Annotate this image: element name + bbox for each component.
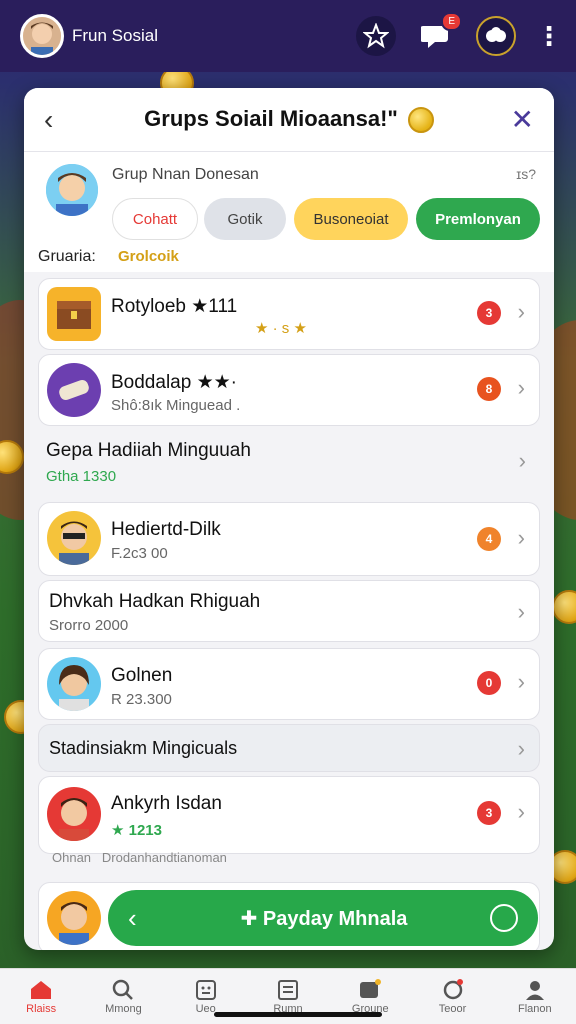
star-icon[interactable] <box>356 16 396 56</box>
nav-label: Flanon <box>518 1002 552 1015</box>
list-item[interactable]: Golnen R 23.300 0 › <box>38 648 540 720</box>
chevron-right-icon: › <box>517 599 525 624</box>
group-name: Grup Nnan Donesan <box>112 166 259 183</box>
chip-busoneoiat[interactable]: Busoneoiat <box>294 198 408 240</box>
chevron-right-icon: › <box>517 525 525 550</box>
item-title: Rotyloeb ★111 <box>111 296 238 317</box>
nav-label: Ueo <box>195 1002 216 1015</box>
count-badge: 8 <box>477 377 501 401</box>
chevron-right-icon: › <box>517 669 525 694</box>
group-value: Grolcoik <box>118 248 179 265</box>
item-title: Boddalap ★★· <box>111 372 237 393</box>
nav-profile[interactable]: Flanon <box>494 969 576 1024</box>
count-badge: 3 <box>477 301 501 325</box>
group-modal: ‹ Grups Soiail Mioaansa!" ✕ Grup Nnan Do… <box>24 88 554 950</box>
nav-label: Rlaiss <box>26 1002 57 1015</box>
modal-title-text: Grups Soiail Mioaansa!" <box>144 105 398 131</box>
count-badge: 0 <box>477 671 501 695</box>
chevron-right-icon: › <box>517 799 525 824</box>
bubble-icon <box>443 978 463 999</box>
list-item[interactable]: Dhvkah Hadkan Rhiguah Srorro 2000 › <box>38 580 540 642</box>
treasure-chest-icon <box>47 287 101 341</box>
item-subtitle: ★ 1213 <box>111 822 162 839</box>
group-label: Gruaria: <box>38 248 96 265</box>
nav-label: Teoor <box>438 1002 467 1015</box>
scroll-icon <box>47 363 101 417</box>
count-badge: 4 <box>477 527 501 551</box>
chevron-right-icon: › <box>517 299 525 324</box>
item-title: Ankyrh Isdan <box>111 793 222 814</box>
chat-box-icon <box>360 978 382 998</box>
group-info: Grup Nnan Donesan ɪs? Cohatt Gotik Buson… <box>24 152 554 272</box>
strip-text: Ohnan Drodanhandtianoman <box>52 850 227 865</box>
chat-icon[interactable]: E <box>416 12 462 56</box>
group-avatar <box>44 162 100 218</box>
payday-text: Payday Mhnala <box>262 907 408 930</box>
item-title: Golnen <box>111 665 173 686</box>
list-item[interactable]: Rotyloeb ★111 ★ · s ★ 3 › <box>38 278 540 350</box>
avatar <box>47 657 101 711</box>
back-arrow-icon[interactable]: ‹ <box>44 104 74 136</box>
close-icon[interactable]: ✕ <box>504 103 534 136</box>
nav-search[interactable]: Mmong <box>82 969 164 1024</box>
list-item[interactable]: Boddalap ★★· Shô:8ık Minguead . 8 › <box>38 354 540 426</box>
modal-header: ‹ Grups Soiail Mioaansa!" ✕ <box>24 88 554 152</box>
list-item[interactable]: Stadinsiakm Mingicuals › <box>38 724 540 772</box>
item-subtitle: F.2c3 00 <box>111 545 168 562</box>
list-item[interactable]: Hediertd-Dilk F.2c3 00 4 › <box>38 502 540 576</box>
item-title: Gepa Hadiiah Minguuah <box>46 440 251 461</box>
notification-badge: E <box>441 12 462 31</box>
item-subtitle: Shô:8ık Minguead . <box>111 397 241 414</box>
nav-label: Mmong <box>105 1002 142 1015</box>
item-subtitle: Gtha 1330 <box>46 468 117 485</box>
count-badge: 3 <box>477 801 501 825</box>
help-icon[interactable]: ɪs? <box>516 166 536 182</box>
payday-button[interactable]: ‹ ✚ Payday Mhnala <box>108 890 538 946</box>
avatar <box>47 891 101 945</box>
chip-gotik[interactable]: Gotik <box>204 198 286 240</box>
chip-premlonyan[interactable]: Premlonyan <box>416 198 540 240</box>
chevron-right-icon: › <box>518 448 526 473</box>
coin-decoration <box>552 590 576 624</box>
profile-avatar[interactable] <box>20 14 64 58</box>
home-icon <box>31 980 52 999</box>
payday-label: ✚ Payday Mhnala <box>240 907 408 930</box>
item-extra: ★ · s ★ <box>255 320 307 337</box>
nav-notifications[interactable]: Teoor <box>411 969 493 1024</box>
item-subtitle: R 23.300 <box>111 691 172 708</box>
person-icon <box>525 980 544 1000</box>
app-name: Frun Sosial <box>72 26 158 45</box>
item-title: Dhvkah Hadkan Rhiguah <box>49 591 261 612</box>
avatar <box>47 511 101 565</box>
top-bar: Frun Sosial E ⋮ <box>0 0 576 72</box>
modal-title: Grups Soiail Mioaansa!" <box>74 105 504 134</box>
avatar <box>47 787 101 841</box>
coin-icon <box>407 107 434 134</box>
nav-home[interactable]: Rlaiss <box>0 969 82 1024</box>
chevron-right-icon: › <box>517 375 525 400</box>
list-item[interactable]: Ankyrh Isdan ★ 1213 3 › <box>38 776 540 854</box>
chevron-left-icon: ‹ <box>128 902 137 933</box>
home-indicator <box>214 1012 382 1017</box>
item-title: Stadinsiakm Mingicuals <box>49 738 238 758</box>
item-title: Hediertd-Dilk <box>111 519 221 540</box>
item-subtitle: Srorro 2000 <box>49 617 129 634</box>
chip-cohatt[interactable]: Cohatt <box>112 198 198 240</box>
circle-icon <box>490 904 518 932</box>
gift-icon[interactable] <box>476 16 516 56</box>
more-menu-icon[interactable]: ⋮ <box>536 21 562 52</box>
chevron-right-icon: › <box>517 736 525 761</box>
list-icon <box>277 979 298 1000</box>
list-item[interactable]: Gepa Hadiiah Minguuah Gtha 1330 › <box>38 430 540 496</box>
search-icon <box>113 979 134 1000</box>
face-icon <box>195 979 216 1000</box>
